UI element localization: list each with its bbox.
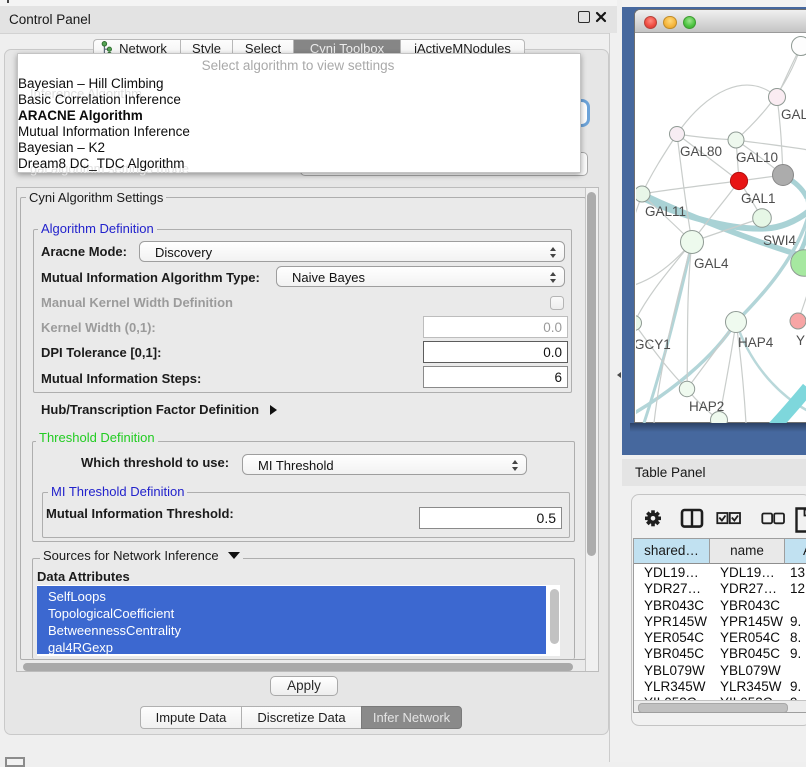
svg-text:GAL1: GAL1: [741, 191, 776, 206]
svg-text:GAL80: GAL80: [680, 144, 722, 159]
svg-text:GCY1: GCY1: [636, 337, 671, 352]
svg-text:GAL4: GAL4: [694, 256, 729, 271]
svg-text:HAP4: HAP4: [738, 335, 774, 350]
svg-text:GAL10: GAL10: [736, 150, 778, 165]
svg-text:GAL11: GAL11: [645, 204, 686, 219]
svg-text:GAL7: GAL7: [781, 107, 806, 122]
svg-text:HAP2: HAP2: [689, 399, 724, 414]
svg-text:SWI4: SWI4: [763, 233, 796, 248]
svg-text:Y: Y: [796, 333, 805, 348]
